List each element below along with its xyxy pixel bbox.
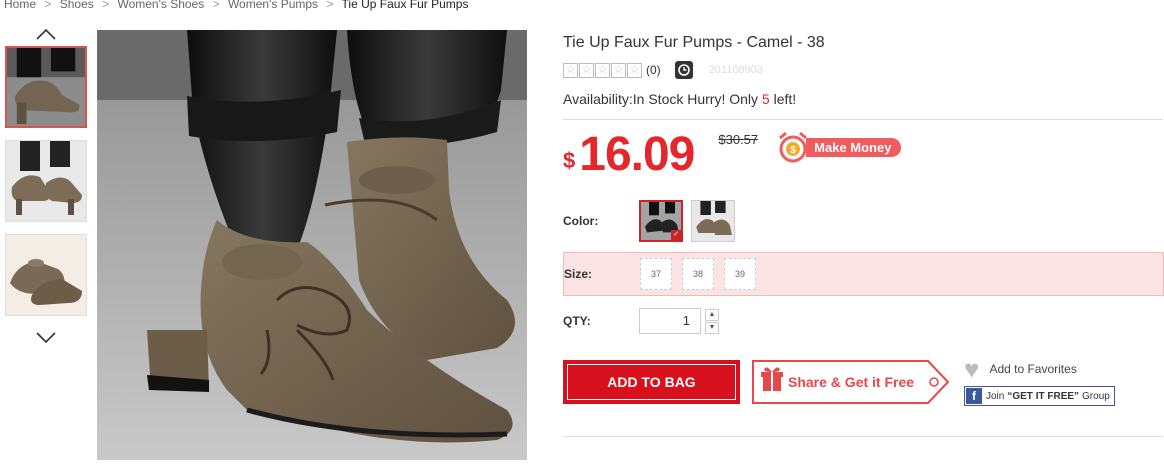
fb-group-suffix: Group <box>1082 390 1110 402</box>
divider <box>563 119 1163 120</box>
make-money-badge[interactable]: $ Make Money <box>776 130 902 164</box>
color-label: Color: <box>563 214 599 228</box>
svg-text:$: $ <box>790 145 796 156</box>
availability-suffix: left! <box>769 91 797 107</box>
star-icon: ☆ <box>563 62 578 78</box>
thumbnail-1[interactable] <box>5 46 87 128</box>
favorites-label: Add to Favorites <box>989 362 1077 376</box>
star-icon: ☆ <box>579 62 594 78</box>
breadcrumb-separator: > <box>212 0 220 11</box>
color-row: Color: ✓ <box>563 200 1163 242</box>
facebook-group-link[interactable]: f Join “GET IT FREE” Group <box>964 386 1115 406</box>
chevron-down-icon[interactable] <box>4 328 88 350</box>
divider <box>563 436 1163 437</box>
alarm-clock-dollar-icon: $ <box>779 131 808 163</box>
facebook-icon: f <box>966 388 982 404</box>
breadcrumb-womens-shoes[interactable]: Women's Shoes <box>117 0 204 11</box>
sku-number: 201108903 <box>708 64 763 76</box>
color-swatch-camel[interactable]: ✓ <box>639 200 683 242</box>
thumbnail-gallery <box>4 24 88 350</box>
heart-icon: ♥ <box>964 354 980 384</box>
thumbnail-2[interactable] <box>5 140 87 222</box>
breadcrumb: Home > Shoes > Women's Shoes > Women's P… <box>4 0 468 11</box>
current-price: 16.09 <box>579 128 695 181</box>
stock-left-count: 5 <box>761 91 770 107</box>
quantity-stepper: ▲ ▼ <box>705 308 719 334</box>
original-price: $30.57 <box>718 132 759 147</box>
rating-stars[interactable]: ☆ ☆ ☆ ☆ ☆ <box>563 62 642 78</box>
review-count[interactable]: (0) <box>646 63 661 77</box>
favorites-column: ♥ Add to Favorites f Join “GET IT FREE” … <box>964 354 1115 406</box>
qty-label: QTY: <box>563 314 591 328</box>
star-icon: ☆ <box>627 62 642 78</box>
breadcrumb-current: Tie Up Faux Fur Pumps <box>341 0 469 11</box>
action-row: ADD TO BAG Share & Get it Free ♥ Add to … <box>563 354 1163 406</box>
fb-join-label: Join <box>986 390 1005 402</box>
share-label: Share & Get it Free <box>788 374 915 390</box>
thumbnail-3[interactable] <box>5 234 87 316</box>
price-row: $ 16.09 $30.57 $ Make Money <box>563 130 1163 186</box>
star-icon: ☆ <box>611 62 626 78</box>
product-title: Tie Up Faux Fur Pumps - Camel - 38 <box>563 34 825 51</box>
breadcrumb-shoes[interactable]: Shoes <box>60 0 94 11</box>
currency-symbol: $ <box>563 148 576 173</box>
size-row: Size: 37 38 39 <box>563 252 1164 296</box>
availability-text: Availability:In Stock Hurry! Only <box>563 91 762 107</box>
fb-group-name: “GET IT FREE” <box>1007 390 1080 402</box>
meta-row: ☆ ☆ ☆ ☆ ☆ (0) 201108903 <box>563 61 1163 79</box>
breadcrumb-separator: > <box>326 0 334 11</box>
qty-decrement-button[interactable]: ▼ <box>705 321 719 334</box>
size-label: Size: <box>564 267 593 281</box>
availability: Availability:In Stock Hurry! Only 5 left… <box>563 91 1163 107</box>
share-get-free-button[interactable]: Share & Get it Free <box>752 360 950 404</box>
qty-increment-button[interactable]: ▲ <box>705 308 719 321</box>
clock-icon[interactable] <box>674 61 693 79</box>
breadcrumb-separator: > <box>102 0 110 11</box>
chevron-up-icon[interactable] <box>4 24 88 46</box>
selected-check-icon: ✓ <box>671 230 681 240</box>
quantity-input[interactable]: 1 <box>639 308 701 334</box>
add-to-favorites-link[interactable]: ♥ Add to Favorites <box>964 354 1115 384</box>
size-option[interactable]: 38 <box>682 258 714 290</box>
star-icon: ☆ <box>595 62 610 78</box>
product-details: Tie Up Faux Fur Pumps - Camel - 38 ☆ ☆ ☆… <box>563 30 1164 437</box>
size-option[interactable]: 37 <box>640 258 672 290</box>
qty-row: QTY: 1 ▲ ▼ <box>563 308 1163 334</box>
size-option[interactable]: 39 <box>724 258 756 290</box>
breadcrumb-home[interactable]: Home <box>4 0 36 11</box>
add-to-bag-button[interactable]: ADD TO BAG <box>563 360 740 404</box>
breadcrumb-separator: > <box>44 0 52 11</box>
breadcrumb-womens-pumps[interactable]: Women's Pumps <box>228 0 318 11</box>
color-swatch-black[interactable] <box>691 200 735 242</box>
main-product-image[interactable] <box>97 30 527 460</box>
make-money-label: Make Money <box>806 137 902 157</box>
